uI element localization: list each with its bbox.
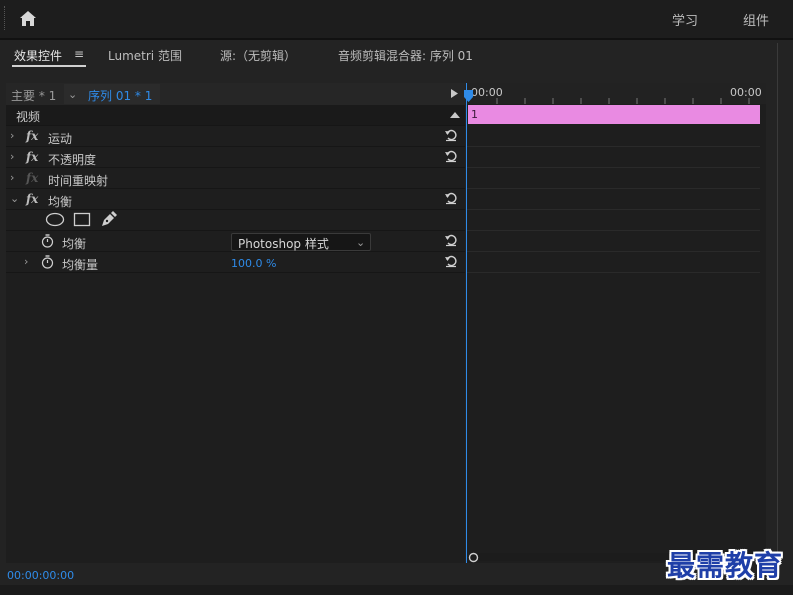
timeline-pane xyxy=(467,83,766,563)
workspace-assembly[interactable]: 组件 xyxy=(743,10,769,29)
tab-lumetri-scopes[interactable]: Lumetri 范围 xyxy=(108,47,182,64)
chevron-down-icon[interactable]: ⌄ xyxy=(356,236,365,249)
effect-name: 运动 xyxy=(48,132,73,146)
dropdown-value[interactable]: Photoshop 样式 xyxy=(238,235,329,252)
video-section-row xyxy=(6,105,465,126)
rectangle-mask-icon[interactable] xyxy=(73,212,91,227)
reset-icon[interactable] xyxy=(444,233,458,247)
collapse-up-icon[interactable] xyxy=(450,112,460,118)
clip-label: 1 xyxy=(471,108,478,121)
expand-chevron-icon[interactable]: › xyxy=(10,129,14,142)
active-tab-indicator xyxy=(12,65,86,67)
timeline-row-line xyxy=(467,230,760,231)
property-name: 均衡量 xyxy=(62,258,99,272)
reset-icon[interactable] xyxy=(444,149,458,163)
effect-row-equalize[interactable] xyxy=(6,189,465,210)
timeline-row-line xyxy=(467,251,760,252)
effect-name: 时间重映射 xyxy=(48,174,109,188)
watermark-text: 最需教育 xyxy=(667,549,784,582)
timeline-row-line xyxy=(467,167,760,168)
timeline-row-line xyxy=(467,209,760,210)
fx-badge-icon[interactable]: fx xyxy=(26,192,38,206)
property-name: 均衡 xyxy=(62,237,87,251)
scroll-handle-icon[interactable] xyxy=(468,552,479,563)
sequence-clip-label[interactable]: 序列 01 * 1 xyxy=(88,87,152,104)
pen-mask-icon[interactable] xyxy=(100,211,117,228)
tab-source[interactable]: 源:（无剪辑） xyxy=(220,47,296,64)
expand-chevron-icon[interactable]: › xyxy=(24,255,28,268)
timeline-row-line xyxy=(467,146,760,147)
fx-badge-icon[interactable]: fx xyxy=(26,129,38,143)
effect-row-motion[interactable] xyxy=(6,126,465,147)
top-bar: 学习 组件 xyxy=(0,0,793,40)
effect-name: 均衡 xyxy=(48,195,73,209)
collapse-chevron-icon[interactable]: ⌄ xyxy=(10,192,19,205)
current-timecode[interactable]: 00:00:00:00 xyxy=(7,569,74,582)
workspace-learn[interactable]: 学习 xyxy=(672,10,698,29)
effect-name: 不透明度 xyxy=(48,153,97,167)
tab-audio-clip-mixer[interactable]: 音频剪辑混合器: 序列 01 xyxy=(338,47,473,64)
panel-edge xyxy=(777,43,778,583)
panel-menu-icon[interactable]: ≡ xyxy=(74,47,84,61)
fx-badge-icon[interactable]: fx xyxy=(26,150,38,164)
bottom-panel-strip xyxy=(0,585,793,595)
chevron-down-icon[interactable]: ⌄ xyxy=(68,88,77,101)
stopwatch-icon[interactable] xyxy=(41,255,54,269)
reset-icon[interactable] xyxy=(444,128,458,142)
fx-badge-icon: fx xyxy=(26,171,39,185)
stopwatch-icon[interactable] xyxy=(41,234,54,248)
home-icon[interactable] xyxy=(18,9,38,29)
playhead-line xyxy=(466,83,467,563)
ruler-ticks xyxy=(496,98,750,104)
master-clip-label[interactable]: 主要 * 1 xyxy=(11,87,56,104)
expand-chevron-icon[interactable]: › xyxy=(10,171,14,184)
timeline-row-line xyxy=(467,188,760,189)
ellipse-mask-icon[interactable] xyxy=(45,212,65,227)
video-section-label: 视频 xyxy=(16,110,41,124)
clip-bar[interactable] xyxy=(468,105,760,124)
timeline-row-line xyxy=(467,272,760,273)
play-triangle-icon[interactable] xyxy=(451,89,458,98)
tab-effect-controls[interactable]: 效果控件 xyxy=(14,47,62,64)
reset-icon[interactable] xyxy=(444,191,458,205)
equalize-amount-value[interactable]: 100.0 % xyxy=(231,257,276,270)
expand-chevron-icon[interactable]: › xyxy=(10,150,14,163)
reset-icon[interactable] xyxy=(444,254,458,268)
grip-handle[interactable] xyxy=(4,6,7,30)
